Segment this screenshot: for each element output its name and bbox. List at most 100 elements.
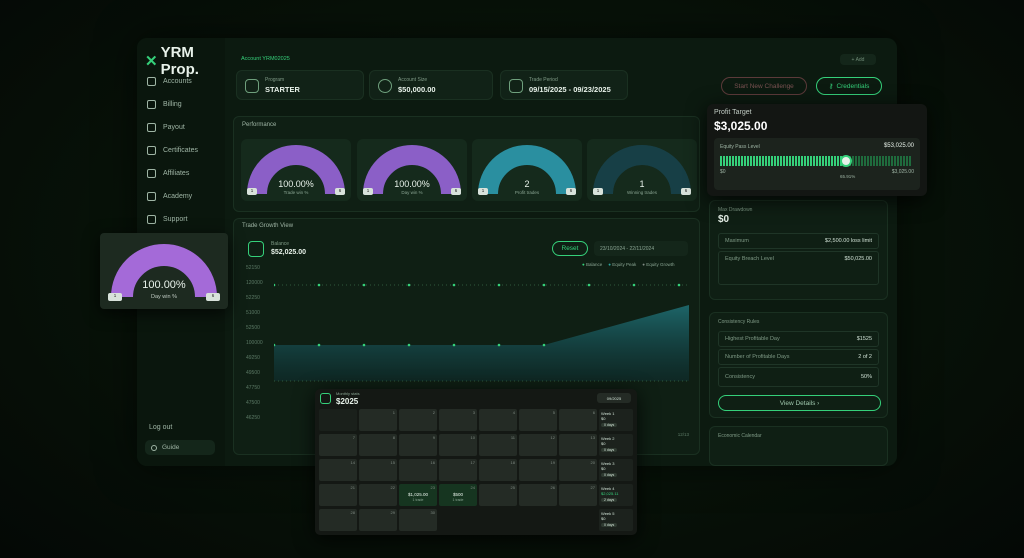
progress-segment <box>762 156 764 166</box>
calendar-day[interactable]: 2 <box>399 409 437 431</box>
calendar-day[interactable]: 30 <box>399 509 437 531</box>
y-tick: 52500 <box>246 325 260 331</box>
calendar-day[interactable]: 8 <box>359 434 397 456</box>
calendar-day[interactable]: 20 <box>559 459 597 481</box>
profitable-days-row: Number of Profitable Days 2 of 2 <box>718 349 879 365</box>
calendar-day[interactable]: 5 <box>519 409 557 431</box>
highest-day-row: Highest Profitable Day $1525 <box>718 331 879 347</box>
calendar-day[interactable]: 19 <box>519 459 557 481</box>
guide-label: Guide <box>162 444 180 451</box>
calendar-day[interactable]: 17 <box>439 459 477 481</box>
day-trades: 1 trade <box>452 498 464 502</box>
calendar-day[interactable] <box>319 409 357 431</box>
day-profit: $500 <box>452 492 463 497</box>
progress-segment <box>810 156 812 166</box>
gauge-card-2: 100.00% Day win % 1 6 <box>357 139 467 201</box>
wallet-icon <box>248 241 264 257</box>
week-amount: $2,025.11 <box>601 491 619 496</box>
calendar-icon <box>320 393 331 404</box>
date-range-picker[interactable]: 23/10/2024 - 22/11/2024 <box>594 241 688 256</box>
calendar-day[interactable]: 7 <box>319 434 357 456</box>
profit-target-title: Profit Target <box>714 109 752 116</box>
calendar-day[interactable]: 22 <box>359 484 397 506</box>
reset-button[interactable]: Reset <box>552 241 588 256</box>
calendar-day[interactable]: 1 <box>359 409 397 431</box>
progress-segment <box>891 156 893 166</box>
week-summary: Week 3 $0 0 days <box>599 459 633 481</box>
sidebar-item-payout[interactable]: Payout <box>147 116 221 139</box>
add-button[interactable]: + Add <box>840 54 876 65</box>
progress-segment <box>780 156 782 166</box>
calendar-day[interactable]: 28 <box>319 509 357 531</box>
legend-balance: ● Balance <box>582 262 603 267</box>
calendar-day[interactable]: 21 <box>319 484 357 506</box>
calendar-day[interactable] <box>439 509 477 531</box>
start-challenge-button[interactable]: Start New Challenge <box>721 77 807 95</box>
sidebar-item-accounts[interactable]: Accounts <box>147 70 221 93</box>
progress-segment <box>816 156 818 166</box>
account-size-value: $50,000.00 <box>398 85 436 94</box>
calendar-day[interactable]: 13 <box>559 434 597 456</box>
calendar-day[interactable]: 25 <box>479 484 517 506</box>
calendar-day[interactable]: 12 <box>519 434 557 456</box>
y-tick: 46250 <box>246 415 260 421</box>
sidebar-item-label: Certificates <box>163 147 199 154</box>
sidebar-item-label: Support <box>163 216 188 223</box>
calendar-day[interactable]: 6 <box>559 409 597 431</box>
view-details-button[interactable]: View Details › <box>718 395 881 411</box>
legend-equity-peak: ● Equity Peak <box>608 262 637 267</box>
progress-segment <box>732 156 734 166</box>
sidebar-item-support[interactable]: Support <box>147 208 221 231</box>
sidebar-item-affiliates[interactable]: Affiliates <box>147 162 221 185</box>
calendar-day[interactable] <box>559 509 597 531</box>
week-amount: $0 <box>601 441 606 446</box>
calendar-day[interactable]: 27 <box>559 484 597 506</box>
gauge-max: 6 <box>335 188 345 195</box>
calendar-day[interactable]: 9 <box>399 434 437 456</box>
chart-legend: ● Balance ● Equity Peak ● Equity Growth <box>582 262 675 267</box>
calendar-day[interactable]: 15 <box>359 459 397 481</box>
progress-segment <box>894 156 896 166</box>
calendar-day[interactable]: 29 <box>359 509 397 531</box>
calendar-day[interactable]: 23 $1,025.00 1 trade <box>399 484 437 506</box>
progress-segment <box>861 156 863 166</box>
trade-growth-title: Trade Growth View <box>242 223 294 229</box>
x-axis-last-tick: 12/13 <box>677 432 689 437</box>
calendar-day[interactable]: 24 $500 1 trade <box>439 484 477 506</box>
balance-value: $52,025.00 <box>271 249 307 256</box>
sidebar-item-billing[interactable]: Billing <box>147 93 221 116</box>
sidebar-item-academy[interactable]: Academy <box>147 185 221 208</box>
calendar-day[interactable]: 10 <box>439 434 477 456</box>
week-days: 0 days <box>601 473 618 477</box>
y-tick: 100000 <box>246 340 263 346</box>
progress-segment <box>882 156 884 166</box>
sidebar-item-label: Academy <box>163 193 193 200</box>
sidebar-item-certificates[interactable]: Certificates <box>147 139 221 162</box>
calendar-day[interactable] <box>479 509 517 531</box>
calendar-day[interactable]: 16 <box>399 459 437 481</box>
progress-segment <box>837 156 839 166</box>
progress-segment <box>774 156 776 166</box>
progress-segment <box>801 156 803 166</box>
progress-segment <box>771 156 773 166</box>
progress-segment <box>900 156 902 166</box>
progress-segment <box>903 156 905 166</box>
logout-link[interactable]: Log out <box>149 424 172 431</box>
calendar-day[interactable]: 26 <box>519 484 557 506</box>
y-tick: 47500 <box>246 400 260 406</box>
credentials-button[interactable]: ⚷ Credentials <box>816 77 882 95</box>
progress-segment <box>759 156 761 166</box>
calendar-day[interactable]: 18 <box>479 459 517 481</box>
week-amount: $0 <box>601 516 606 521</box>
month-picker[interactable]: 09/2025 <box>597 393 631 403</box>
profit-progress-bar <box>720 155 911 167</box>
consistency-title: Consistency Rules <box>718 319 760 325</box>
calendar-day[interactable] <box>519 509 557 531</box>
calendar-day[interactable]: 14 <box>319 459 357 481</box>
calendar-day[interactable]: 4 <box>479 409 517 431</box>
y-tick: 47750 <box>246 385 260 391</box>
guide-button[interactable]: Guide <box>145 440 215 455</box>
calendar-day[interactable]: 3 <box>439 409 477 431</box>
calendar-day[interactable]: 11 <box>479 434 517 456</box>
monitor-icon <box>147 192 156 201</box>
